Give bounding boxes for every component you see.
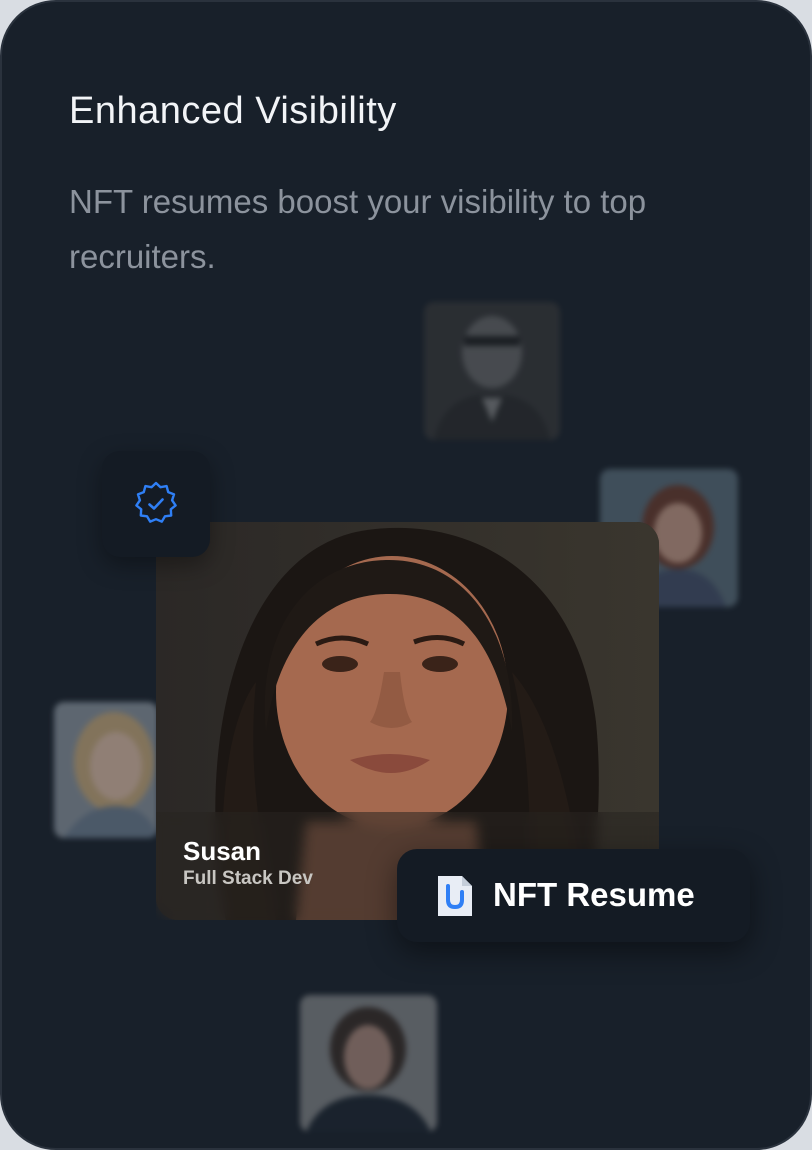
verified-badge [102, 451, 210, 557]
card-title: Enhanced Visibility [69, 90, 397, 132]
background-avatar [300, 995, 437, 1132]
verified-check-icon [135, 481, 177, 523]
nft-resume-button[interactable]: NFT Resume [397, 849, 750, 942]
background-avatar [424, 302, 560, 440]
document-icon [438, 876, 472, 916]
profile-name: Susan [183, 836, 262, 866]
profile-role: Full Stack Dev [183, 868, 313, 889]
feature-card: Enhanced Visibility NFT resumes boost yo… [0, 0, 812, 1150]
card-subtitle: NFT resumes boost your visibility to top… [69, 183, 647, 275]
background-avatar [54, 702, 158, 838]
nft-resume-label: NFT Resume [493, 876, 695, 913]
